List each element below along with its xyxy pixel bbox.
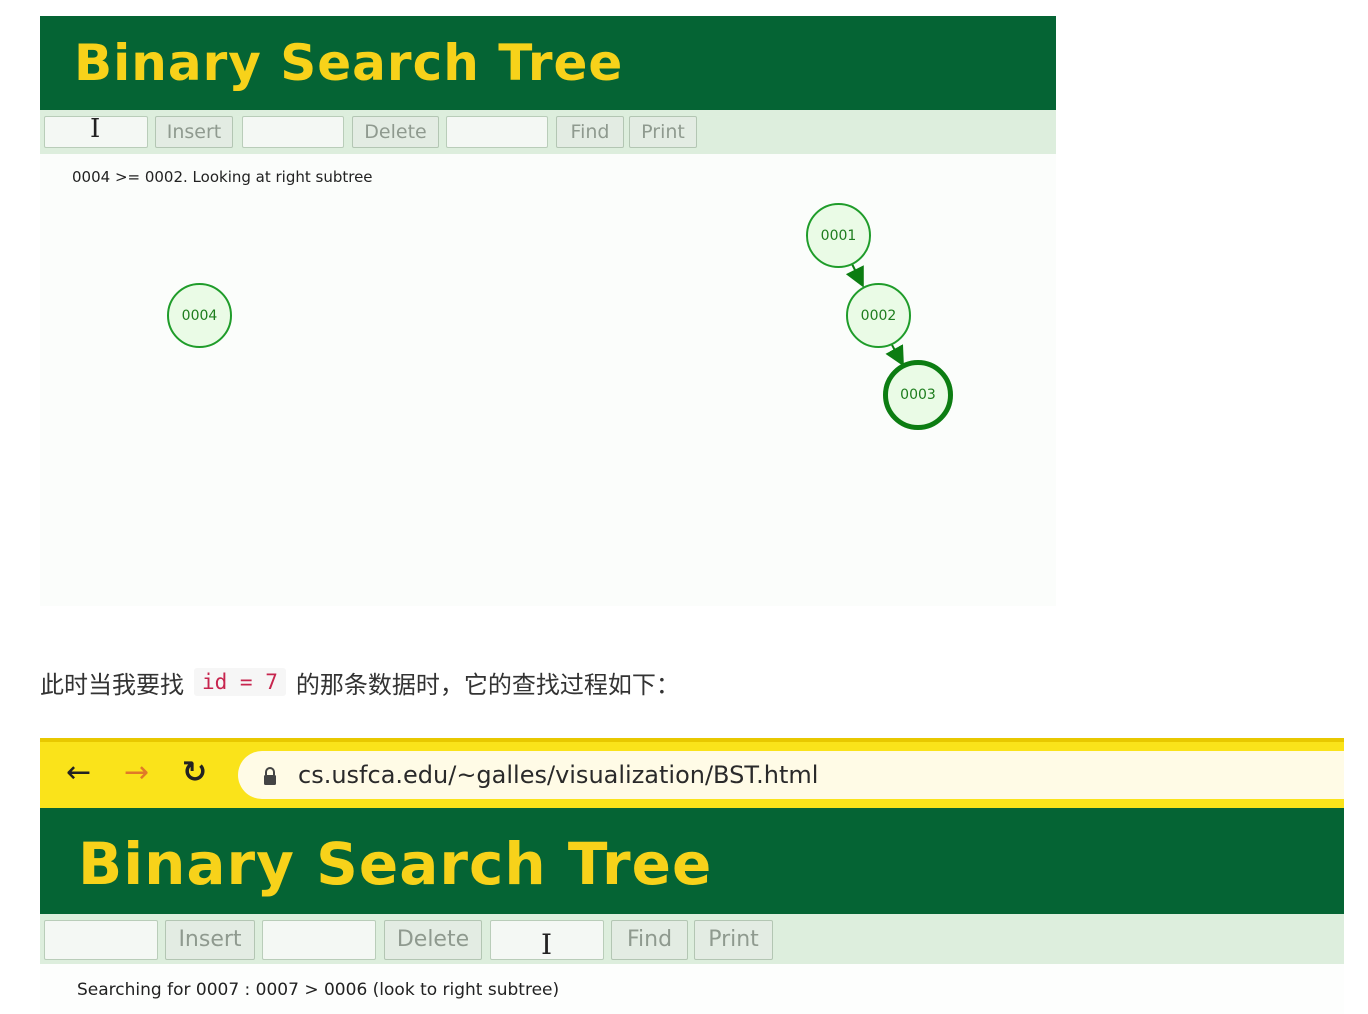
bottom-app-title: Binary Search Tree <box>78 830 713 898</box>
tree-node-0001: 0001 <box>806 203 871 268</box>
bottom-print-button[interactable]: Print <box>694 920 773 960</box>
caption-text-after: 的那条数据时，它的查找过程如下： <box>295 670 680 699</box>
floating-node-0004: 0004 <box>167 283 232 348</box>
url-field[interactable]: cs.usfca.edu/~galles/visualization/BST.h… <box>238 751 1344 799</box>
bottom-status-message: Searching for 0007 : 0007 > 0006 (look t… <box>77 980 560 1000</box>
edge-0002-0003 <box>885 344 904 367</box>
edge-0001-0002 <box>845 263 864 288</box>
top-bst-app: Binary Search Tree Insert Delete Find Pr… <box>40 16 1056 606</box>
bottom-find-button[interactable]: Find <box>611 920 688 960</box>
reload-icon[interactable]: ↻ <box>182 756 207 790</box>
caption-inline-code: id = 7 <box>194 668 286 696</box>
bottom-insert-input[interactable] <box>44 920 158 960</box>
browser-address-bar: ← → ↻ cs.usfca.edu/~galles/visualization… <box>40 738 1344 808</box>
lock-icon <box>264 767 276 785</box>
tree-node-0003-highlighted: 0003 <box>883 360 953 430</box>
bottom-delete-button[interactable]: Delete <box>384 920 482 960</box>
article-caption: 此时当我要找 id = 7 的那条数据时，它的查找过程如下： <box>40 664 680 700</box>
bottom-delete-input[interactable] <box>262 920 376 960</box>
url-text: cs.usfca.edu/~galles/visualization/BST.h… <box>298 761 819 789</box>
tree-node-0002: 0002 <box>846 283 911 348</box>
back-arrow-icon[interactable]: ← <box>66 756 91 790</box>
forward-arrow-icon[interactable]: → <box>124 756 149 790</box>
caption-text-before: 此时当我要找 <box>40 670 184 699</box>
bottom-insert-button[interactable]: Insert <box>165 920 255 960</box>
text-cursor-icon: I <box>541 928 553 961</box>
bottom-toolbar: Insert Delete Find Print I <box>40 914 1344 964</box>
bottom-bst-app: Binary Search Tree Insert Delete Find Pr… <box>40 808 1344 1014</box>
bottom-app-header: Binary Search Tree <box>40 808 1344 914</box>
